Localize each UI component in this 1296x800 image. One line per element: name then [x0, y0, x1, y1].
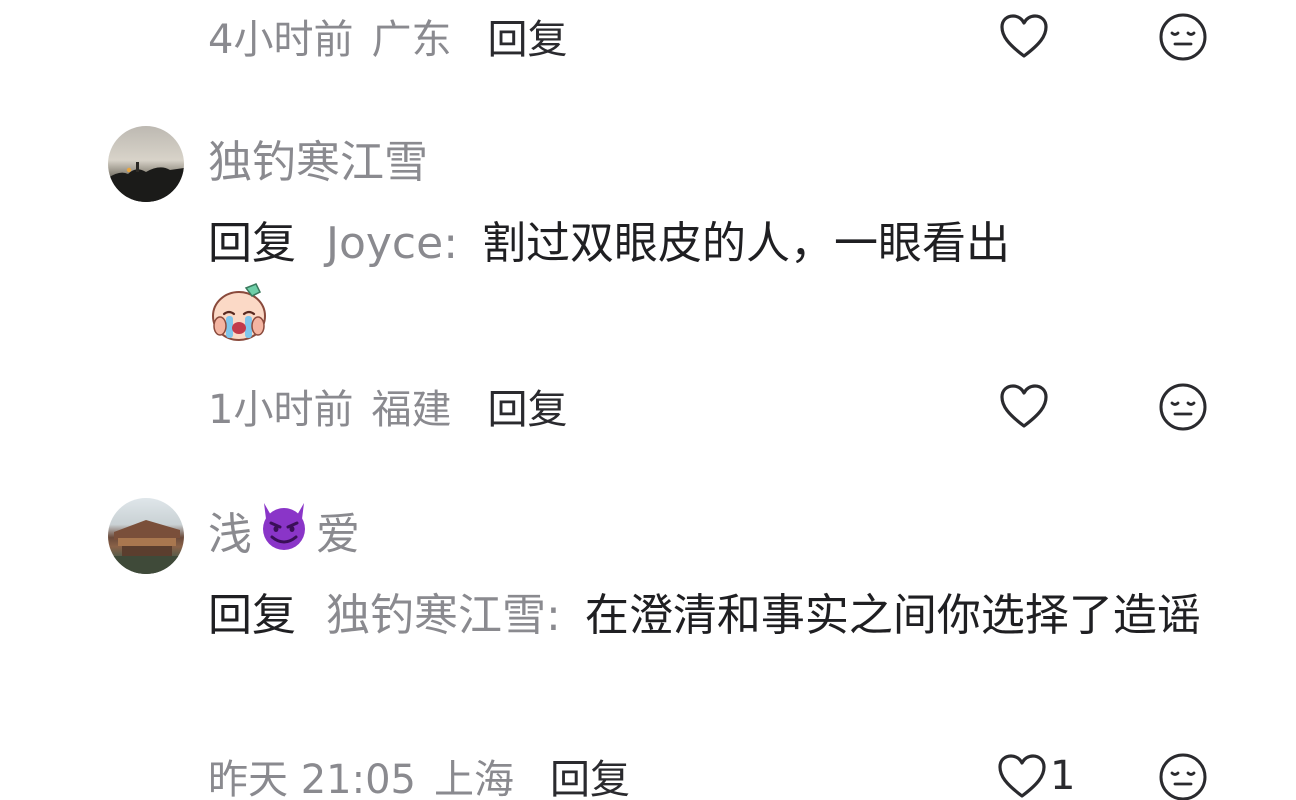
username[interactable]: 浅 爱 — [208, 500, 360, 560]
username[interactable]: 独钓寒江雪 — [208, 130, 428, 188]
reply-button[interactable]: 回复 — [487, 7, 567, 65]
crying-baby-emoji — [206, 280, 272, 344]
heart-outline-icon — [998, 754, 1046, 798]
comment-text: 在澄清和事实之间你选择了造谣 — [584, 590, 1201, 641]
reply-button[interactable]: 回复 — [550, 747, 630, 800]
comment-meta: 昨天 21:05 上海 回复 — [208, 748, 630, 800]
purple-devil-emoji — [256, 497, 312, 564]
comment-location: 福建 — [371, 387, 452, 433]
username-part: 爱 — [316, 509, 360, 560]
reply-prefix: 回复 — [208, 218, 296, 269]
heart-outline-icon — [1000, 384, 1048, 428]
comment-body: 回复 Joyce: 割过双眼皮的人，一眼看出 — [208, 212, 1248, 276]
dislike-button[interactable] — [1158, 382, 1208, 432]
comment-meta: 4小时前 广东 回复 — [208, 8, 567, 64]
avatar-image — [108, 520, 184, 574]
username-part: 浅 — [208, 509, 252, 560]
comment-time: 4小时前 — [208, 17, 354, 63]
comment-time: 昨天 21:05 — [208, 757, 416, 800]
like-button[interactable] — [998, 382, 1050, 430]
dislike-button[interactable] — [1158, 752, 1208, 800]
like-count: 1 — [1050, 753, 1076, 799]
comment-body: 回复 独钓寒江雪: 在澄清和事实之间你选择了造谣 — [208, 584, 1248, 648]
reply-colon: : — [546, 590, 561, 641]
avatar-image — [108, 162, 184, 202]
comment-location: 广东 — [371, 17, 452, 63]
meh-face-icon — [1159, 383, 1207, 431]
avatar[interactable] — [108, 126, 184, 202]
reply-colon: : — [443, 218, 459, 269]
like-button[interactable] — [998, 12, 1050, 60]
heart-outline-icon — [1000, 14, 1048, 58]
comment-list: 4小时前 广东 回复 独钓寒江雪 回复 Joyce: 割过双眼皮的人，一眼看出 — [0, 0, 1296, 800]
like-button[interactable]: 1 — [996, 752, 1075, 800]
reply-target-user[interactable]: Joyce — [326, 218, 443, 269]
comment-location: 上海 — [434, 757, 514, 800]
reply-target-user[interactable]: 独钓寒江雪 — [326, 590, 546, 641]
avatar[interactable] — [108, 498, 184, 574]
comment-text: 割过双眼皮的人，一眼看出 — [482, 218, 1011, 269]
dislike-button[interactable] — [1158, 12, 1208, 62]
reply-button[interactable]: 回复 — [487, 377, 567, 435]
reply-prefix: 回复 — [208, 590, 296, 641]
comment-time: 1小时前 — [208, 387, 354, 433]
comment-meta: 1小时前 福建 回复 — [208, 378, 567, 434]
meh-face-icon — [1159, 753, 1207, 800]
meh-face-icon — [1159, 13, 1207, 61]
